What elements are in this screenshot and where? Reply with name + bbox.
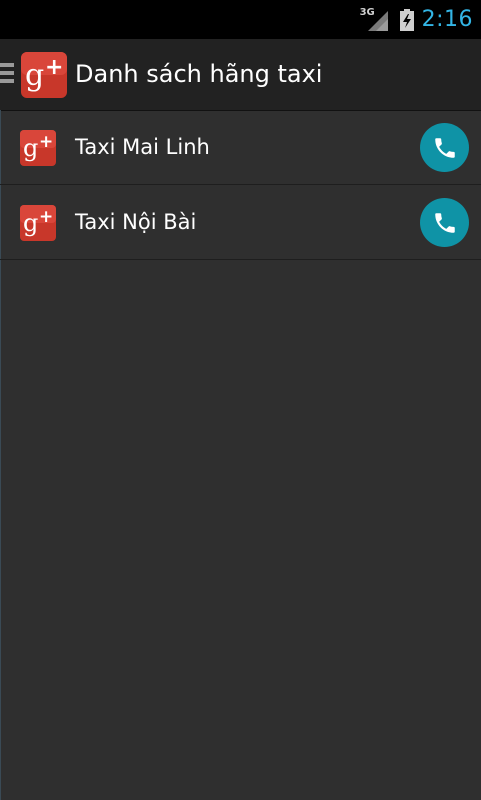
list-item[interactable]: g + Taxi Nội Bài [0,185,481,260]
svg-text:g: g [23,209,38,237]
call-button[interactable] [420,198,469,247]
page-title: Danh sách hãng taxi [75,60,323,88]
action-bar: g + Danh sách hãng taxi [0,39,481,111]
drawer-indicator-icon[interactable] [0,63,14,85]
list-item[interactable]: g + Taxi Mai Linh [0,110,481,185]
status-bar: 3G 2:16 [0,0,481,39]
google-plus-icon[interactable]: g + [21,52,67,98]
call-button[interactable] [420,123,469,172]
svg-text:g: g [23,134,38,162]
google-plus-icon: g + [20,205,56,241]
phone-icon [434,137,455,158]
taxi-name: Taxi Nội Bài [75,210,197,234]
google-plus-icon: g + [20,130,56,166]
phone-icon [434,212,455,233]
svg-text:+: + [39,207,53,227]
signal-icon: 3G [360,7,390,33]
taxi-list: g + Taxi Mai Linh g + Taxi Nội Bài [0,110,481,260]
svg-text:+: + [45,55,63,80]
network-type-label: 3G [359,6,375,18]
svg-text:+: + [39,132,53,152]
svg-text:g: g [25,58,44,93]
status-icons: 3G 2:16 [360,0,473,39]
battery-charging-icon [399,8,414,31]
clock: 2:16 [421,7,473,32]
taxi-name: Taxi Mai Linh [75,135,210,159]
